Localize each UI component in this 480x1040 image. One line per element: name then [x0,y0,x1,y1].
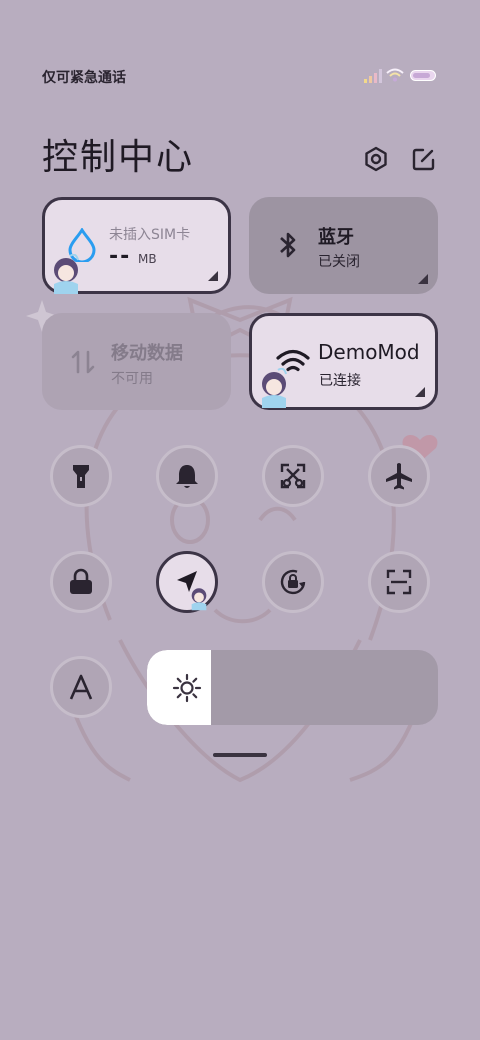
expand-corner-icon [418,274,428,284]
sticker-decoration [262,368,287,408]
expand-corner-icon [415,387,425,397]
settings-icon[interactable] [362,145,390,173]
bluetooth-icon [280,232,296,258]
font-a-icon [69,674,93,700]
scanner-toggle[interactable] [368,551,430,613]
rotation-lock-toggle[interactable] [262,551,324,613]
page-title: 控制中心 [42,137,195,178]
mobile-data-label: 移动数据 [111,343,183,364]
flashlight-icon [73,465,89,488]
airplane-mode-toggle[interactable] [368,445,430,507]
wifi-status: 已连接 [319,373,361,389]
scissors-icon [280,463,306,489]
bluetooth-status: 已关闭 [318,254,360,270]
lock-screen-toggle[interactable] [50,551,112,613]
bell-icon [176,465,198,488]
airplane-icon [386,463,412,490]
brightness-slider[interactable] [147,650,438,725]
screenshot-toggle[interactable] [262,445,324,507]
carrier-text: 仅可紧急通话 [42,70,126,86]
wifi-status-icon [386,68,404,82]
mobile-data-status: 不可用 [111,371,153,387]
battery-icon [410,70,436,81]
rotation-lock-icon [280,569,306,595]
lock-icon [70,568,92,594]
scan-icon [386,569,412,595]
font-size-toggle[interactable] [50,656,112,718]
bluetooth-tile[interactable]: 蓝牙 已关闭 [249,197,438,294]
data-arrows-icon [71,350,95,374]
status-bar: 仅可紧急通话 [42,66,438,88]
signal-icon [364,69,382,83]
data-usage-value: -- [109,244,132,269]
drag-handle[interactable] [213,753,267,757]
bluetooth-label: 蓝牙 [318,227,354,248]
wifi-network-name: DemoMod [318,340,420,364]
data-usage-unit: MB [138,252,157,266]
sticker-decoration [54,254,79,294]
flashlight-toggle[interactable] [50,445,112,507]
mute-toggle[interactable] [156,445,218,507]
expand-corner-icon [208,271,218,281]
mobile-data-tile[interactable]: 移动数据 不可用 [42,313,231,410]
sticker-decoration [191,588,207,611]
sun-icon [172,673,202,703]
data-usage-label: 未插入SIM卡 [109,227,191,243]
edit-icon[interactable] [410,145,438,173]
